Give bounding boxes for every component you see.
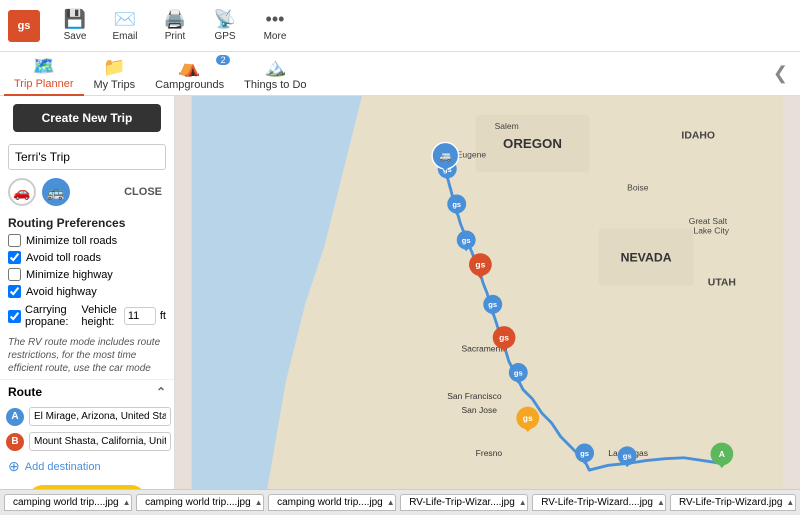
svg-text:gs: gs <box>580 449 589 458</box>
pref-minimize-toll: Minimize toll roads <box>0 232 174 249</box>
file-arrow-icon-6: ▲ <box>786 498 794 507</box>
svg-text:gs: gs <box>623 452 632 461</box>
svg-text:Salem: Salem <box>495 121 519 131</box>
rv-icon: 🚌 <box>47 184 64 201</box>
map-area[interactable]: OREGON NEVADA IDAHO UTAH Sacramento San … <box>175 96 800 489</box>
trip-planner-icon: 🗺️ <box>33 56 55 77</box>
carrying-propane-checkbox[interactable] <box>8 310 21 323</box>
campgrounds-badge: 2 <box>216 55 230 65</box>
svg-text:gs: gs <box>488 300 497 309</box>
pref-avoid-toll: Avoid toll roads <box>0 249 174 266</box>
bottom-file-3[interactable]: camping world trip....jpg ▲ <box>268 494 396 511</box>
file-arrow-icon-1: ▲ <box>123 498 131 507</box>
svg-text:A: A <box>719 449 725 459</box>
svg-text:San Francisco: San Francisco <box>447 391 502 401</box>
trip-planner-tab[interactable]: 🗺️ Trip Planner <box>4 52 84 96</box>
waypoint-b-row: B <box>0 429 174 454</box>
map-svg: OREGON NEVADA IDAHO UTAH Sacramento San … <box>175 96 800 489</box>
waypoint-b-marker: B <box>6 433 24 451</box>
svg-text:San Jose: San Jose <box>461 405 497 415</box>
svg-text:Lake City: Lake City <box>693 225 729 235</box>
waypoint-b-input[interactable] <box>29 432 171 451</box>
avoid-toll-checkbox[interactable] <box>8 251 21 264</box>
svg-text:NEVADA: NEVADA <box>621 251 672 265</box>
svg-text:Fresno: Fresno <box>476 448 503 458</box>
things-to-do-icon: 🏔️ <box>264 57 286 78</box>
file-arrow-icon-2: ▲ <box>255 498 263 507</box>
svg-text:Boise: Boise <box>627 183 649 193</box>
car-mode-button[interactable]: 🚗 <box>8 178 36 206</box>
nav-tabs: 🗺️ Trip Planner 📁 My Trips ⛺ Campgrounds… <box>0 52 800 96</box>
save-icon: 💾 <box>64 9 86 30</box>
svg-text:OREGON: OREGON <box>503 136 562 151</box>
bottom-file-2[interactable]: camping world trip....jpg ▲ <box>136 494 264 511</box>
bottom-file-1[interactable]: camping world trip....jpg ▲ <box>4 494 132 511</box>
trip-name-input[interactable] <box>8 144 166 170</box>
campgrounds-tab[interactable]: ⛺ Campgrounds 2 <box>145 53 234 95</box>
svg-text:gs: gs <box>452 200 461 209</box>
waypoint-a-marker: A <box>6 408 24 426</box>
more-button[interactable]: ••• More <box>256 9 294 42</box>
svg-text:Eugene: Eugene <box>457 150 487 160</box>
vehicle-height-input[interactable] <box>124 307 156 325</box>
email-icon: ✉️ <box>114 9 136 30</box>
main-content: Create New Trip 🚗 🚌 CLOSE Routing Prefer… <box>0 96 800 489</box>
route-header: Route ⌃ <box>0 379 174 404</box>
rv-notice: The RV route mode includes route restric… <box>0 332 174 379</box>
bottom-file-5[interactable]: RV-Life-Trip-Wizard....jpg ▲ <box>532 494 666 511</box>
avoid-highway-checkbox[interactable] <box>8 285 21 298</box>
routing-prefs-title: Routing Preferences <box>0 210 174 232</box>
svg-text:gs: gs <box>523 413 533 423</box>
email-button[interactable]: ✉️ Email <box>106 9 144 42</box>
minimize-highway-checkbox[interactable] <box>8 268 21 281</box>
vehicle-row: Carrying propane: Vehicle height: ft <box>0 300 174 332</box>
svg-text:Great Salt: Great Salt <box>689 216 728 226</box>
my-trips-icon: 📁 <box>103 57 125 78</box>
good-sam-logo: gs <box>8 10 40 42</box>
bottom-file-6[interactable]: RV-Life-Trip-Wizard.jpg ▲ <box>670 494 796 511</box>
save-button[interactable]: 💾 Save <box>56 9 94 42</box>
left-panel: Create New Trip 🚗 🚌 CLOSE Routing Prefer… <box>0 96 175 489</box>
more-icon: ••• <box>266 9 285 30</box>
svg-text:🚐: 🚐 <box>439 151 451 162</box>
waypoint-a-row: A ⇅ <box>0 404 174 429</box>
close-button[interactable]: CLOSE <box>120 184 166 200</box>
create-trip-button[interactable]: Create New Trip <box>13 104 161 132</box>
svg-text:gs: gs <box>499 332 509 342</box>
plus-icon: ⊕ <box>8 458 20 475</box>
svg-text:IDAHO: IDAHO <box>681 131 715 142</box>
things-to-do-tab[interactable]: 🏔️ Things to Do <box>234 53 316 95</box>
toolbar: gs 💾 Save ✉️ Email 🖨️ Print 📡 GPS ••• Mo… <box>0 0 800 52</box>
route-chevron-icon[interactable]: ⌃ <box>156 385 166 399</box>
rv-mode-button[interactable]: 🚌 <box>42 178 70 206</box>
pref-minimize-highway: Minimize highway <box>0 266 174 283</box>
transport-row: 🚗 🚌 CLOSE <box>0 174 174 210</box>
my-trips-tab[interactable]: 📁 My Trips <box>84 53 146 95</box>
waypoint-a-input[interactable] <box>29 407 171 426</box>
bottom-file-4[interactable]: RV-Life-Trip-Wizar....jpg ▲ <box>400 494 528 511</box>
file-arrow-icon-5: ▲ <box>657 498 665 507</box>
svg-text:UTAH: UTAH <box>708 277 736 288</box>
add-destination-button[interactable]: ⊕ Add destination <box>0 454 174 479</box>
print-button[interactable]: 🖨️ Print <box>156 9 194 42</box>
minimize-toll-checkbox[interactable] <box>8 234 21 247</box>
svg-text:gs: gs <box>514 368 523 377</box>
print-icon: 🖨️ <box>164 9 186 30</box>
file-arrow-icon-4: ▲ <box>519 498 527 507</box>
bottom-bar: camping world trip....jpg ▲ camping worl… <box>0 489 800 515</box>
gps-icon: 📡 <box>214 9 236 30</box>
file-arrow-icon-3: ▲ <box>387 498 395 507</box>
car-icon: 🚗 <box>13 184 30 201</box>
pref-avoid-highway: Avoid highway <box>0 283 174 300</box>
campgrounds-icon: ⛺ <box>178 57 200 78</box>
svg-text:gs: gs <box>475 259 485 269</box>
gps-button[interactable]: 📡 GPS <box>206 9 244 42</box>
collapse-panel-button[interactable]: ❮ <box>765 63 796 84</box>
svg-text:gs: gs <box>462 236 471 245</box>
